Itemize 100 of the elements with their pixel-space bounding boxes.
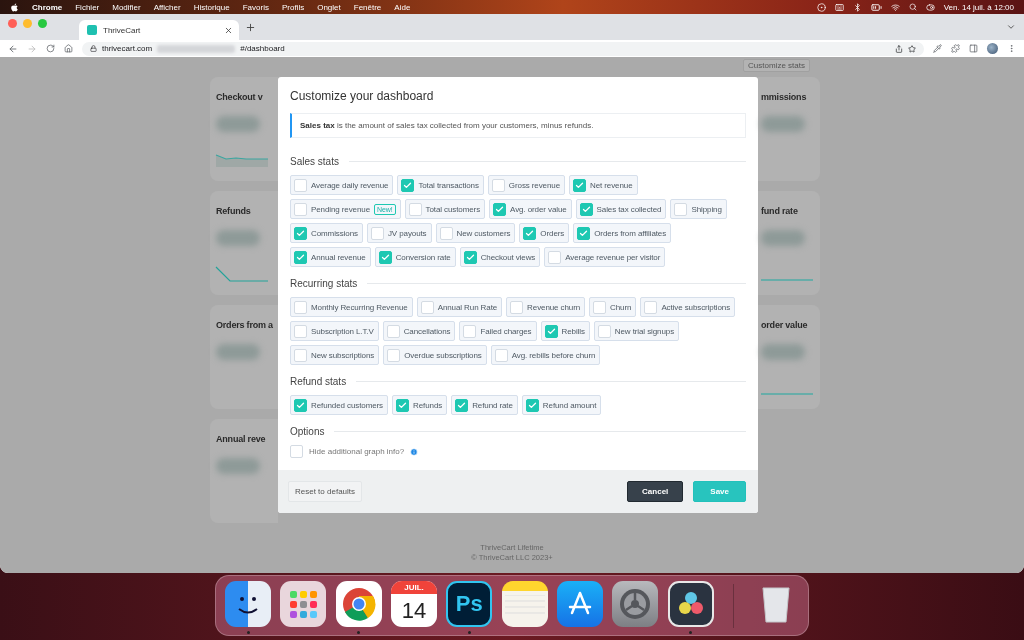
apple-menu-icon[interactable]: [10, 2, 19, 12]
checkbox[interactable]: [378, 250, 392, 264]
checkbox[interactable]: [396, 398, 410, 412]
checkbox[interactable]: [525, 398, 539, 412]
menu-icon[interactable]: [1007, 44, 1016, 53]
menu-item[interactable]: Modifier: [112, 2, 141, 12]
keyboard-icon[interactable]: [834, 2, 844, 12]
stat-option[interactable]: JV payouts: [366, 223, 432, 243]
photoshop-app-button[interactable]: Ps: [446, 581, 493, 627]
checkbox[interactable]: [294, 398, 307, 412]
reload-icon[interactable]: [46, 44, 55, 53]
checkbox[interactable]: [523, 226, 537, 240]
record-icon[interactable]: [816, 2, 826, 12]
window-zoom-button[interactable]: [38, 18, 47, 28]
checkbox[interactable]: [573, 178, 586, 192]
cancel-button[interactable]: Cancel: [627, 481, 684, 502]
stat-option[interactable]: Rebills: [540, 321, 590, 341]
checkbox[interactable]: [548, 250, 562, 264]
menu-item[interactable]: Onglet: [317, 2, 341, 12]
checkbox[interactable]: [294, 250, 307, 264]
back-icon[interactable]: [8, 43, 18, 54]
stat-option[interactable]: Subscription L.T.V: [290, 321, 379, 341]
profile-avatar[interactable]: [987, 43, 998, 54]
stat-option[interactable]: Commissions: [290, 223, 363, 243]
checkbox[interactable]: [493, 202, 507, 216]
stat-option[interactable]: Annual revenue: [290, 247, 371, 267]
menu-item[interactable]: Afficher: [153, 2, 181, 12]
stat-option[interactable]: Sales tax collected: [575, 199, 667, 219]
stat-option[interactable]: Avg. order value: [489, 199, 572, 219]
stat-option[interactable]: New trial signups: [593, 321, 680, 341]
stat-option[interactable]: Orders: [519, 223, 570, 243]
browser-tab[interactable]: ThriveCart: [79, 20, 239, 40]
stat-option[interactable]: Average revenue per visitor: [544, 247, 666, 267]
stat-option[interactable]: Annual Run Rate: [416, 297, 503, 317]
checkbox[interactable]: [294, 348, 307, 362]
checkbox[interactable]: [294, 300, 307, 314]
checkbox[interactable]: [290, 445, 303, 458]
checkbox[interactable]: [401, 178, 415, 192]
close-icon[interactable]: [224, 25, 233, 35]
checkbox[interactable]: [674, 202, 688, 216]
stat-option[interactable]: New subscriptions: [290, 345, 380, 365]
checkbox[interactable]: [439, 226, 453, 240]
pipette-icon[interactable]: [933, 44, 942, 53]
stat-option[interactable]: Average daily revenue: [290, 175, 394, 195]
checkbox[interactable]: [294, 202, 307, 216]
menu-item[interactable]: Profils: [281, 2, 305, 12]
menu-item[interactable]: Aide: [394, 2, 411, 12]
stat-option[interactable]: Refunds: [392, 395, 448, 415]
menu-item[interactable]: Fichier: [75, 2, 100, 12]
menu-item[interactable]: Historique: [193, 2, 230, 12]
bluetooth-icon[interactable]: [852, 2, 862, 12]
address-bar[interactable]: thrivecart.com #/dashboard: [82, 41, 924, 56]
stat-option[interactable]: Shipping: [670, 199, 727, 219]
checkbox[interactable]: [579, 202, 593, 216]
app-menu[interactable]: Chrome: [32, 2, 63, 12]
stat-option[interactable]: Gross revenue: [487, 175, 565, 195]
info-icon[interactable]: [410, 447, 419, 456]
checkbox[interactable]: [294, 178, 307, 192]
checkbox[interactable]: [387, 348, 401, 362]
davinci-app-button[interactable]: [667, 581, 714, 627]
checkbox[interactable]: [544, 324, 558, 338]
appstore-app-button[interactable]: [556, 581, 603, 627]
side-panel-icon[interactable]: [969, 44, 978, 53]
checkbox[interactable]: [294, 226, 307, 240]
battery-icon[interactable]: [870, 1, 882, 13]
reset-button[interactable]: Reset to defaults: [288, 481, 363, 502]
stat-option[interactable]: Active subscriptions: [640, 297, 736, 317]
menu-item[interactable]: Fenêtre: [353, 2, 382, 12]
notes-app-button[interactable]: [501, 581, 548, 627]
checkbox[interactable]: [463, 250, 477, 264]
window-minimize-button[interactable]: [23, 18, 32, 28]
checkbox[interactable]: [463, 324, 477, 338]
settings-app-button[interactable]: [612, 581, 659, 627]
checkbox[interactable]: [644, 300, 658, 314]
checkbox[interactable]: [491, 178, 505, 192]
checkbox[interactable]: [386, 324, 400, 338]
calendar-app-button[interactable]: JUIL. 14: [391, 581, 438, 627]
stat-option[interactable]: Avg. rebills before churn: [490, 345, 601, 365]
checkbox[interactable]: [510, 300, 524, 314]
checkbox[interactable]: [370, 226, 384, 240]
chrome-app-button[interactable]: [335, 581, 382, 627]
stat-option[interactable]: Total transactions: [397, 175, 484, 195]
chevron-down-icon[interactable]: [1006, 22, 1016, 32]
stat-option[interactable]: Orders from affiliates: [573, 223, 672, 243]
launchpad-app-button[interactable]: [280, 581, 327, 627]
extensions-icon[interactable]: [951, 44, 960, 53]
finder-app-button[interactable]: [225, 581, 272, 627]
stat-option[interactable]: Refund amount: [521, 395, 602, 415]
home-icon[interactable]: [64, 44, 73, 53]
stat-option[interactable]: Failed charges: [459, 321, 537, 341]
stat-option[interactable]: Refund rate: [451, 395, 518, 415]
stat-option[interactable]: Monthly Recurring Revenue: [290, 297, 413, 317]
stat-option[interactable]: Churn: [589, 297, 637, 317]
star-icon[interactable]: [908, 44, 916, 53]
clock[interactable]: Ven. 14 juil. à 12:00: [943, 2, 1014, 12]
stat-option[interactable]: Total customers: [404, 199, 486, 219]
menu-item[interactable]: Favoris: [242, 2, 269, 12]
stat-option[interactable]: New customers: [435, 223, 516, 243]
forward-icon[interactable]: [27, 43, 37, 54]
checkbox[interactable]: [294, 324, 307, 338]
